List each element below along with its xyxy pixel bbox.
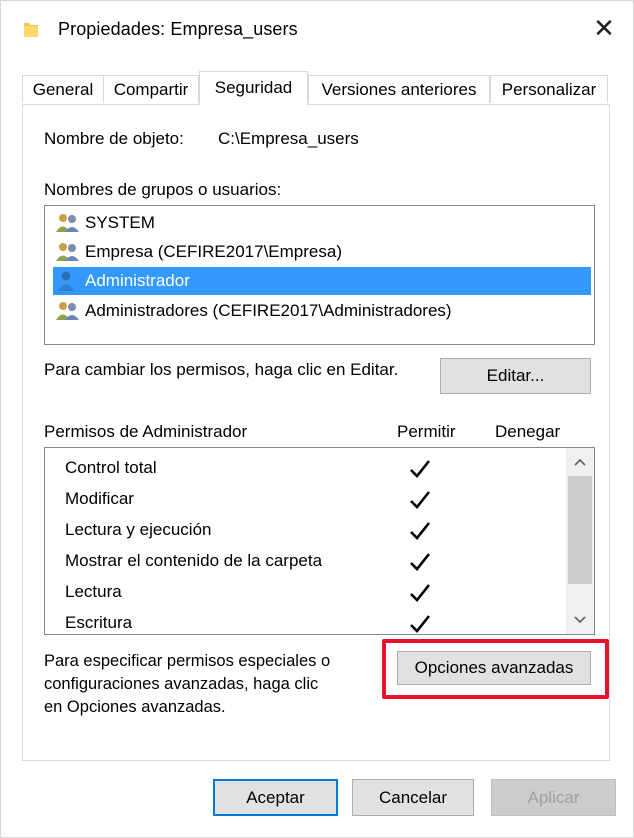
user-group-icon <box>55 242 81 262</box>
permission-name: Lectura <box>65 582 122 601</box>
apply-button[interactable]: Aplicar <box>491 779 616 816</box>
permission-row: Control total <box>45 454 565 485</box>
list-item[interactable]: SYSTEM <box>53 209 591 237</box>
checkmark-icon <box>407 456 433 482</box>
object-name-value: C:\Empresa_users <box>218 129 359 148</box>
tab-compartir[interactable]: Compartir <box>103 75 199 103</box>
permission-name: Modificar <box>65 489 134 508</box>
highlight-annotation <box>382 639 609 699</box>
groups-listbox[interactable]: SYSTEM Empresa (CEFIRE2017\Empresa) Admi… <box>44 205 595 345</box>
tab-strip: General Compartir Seguridad Versiones an… <box>22 71 612 105</box>
checkmark-icon <box>407 549 433 575</box>
checkmark-icon <box>407 580 433 606</box>
permission-row: Lectura y ejecución <box>45 516 565 547</box>
permission-row: Mostrar el contenido de la carpeta <box>45 547 565 578</box>
title-bar: Propiedades: Empresa_users ✕ <box>1 1 633 59</box>
permission-row: Lectura <box>45 578 565 609</box>
user-group-icon <box>55 301 81 321</box>
group-name: Administradores (CEFIRE2017\Administrado… <box>85 301 452 320</box>
permission-row: Modificar <box>45 485 565 516</box>
chevron-down-icon[interactable] <box>566 606 594 634</box>
list-item-selected[interactable]: Administrador <box>53 267 591 295</box>
chevron-up-icon[interactable] <box>566 448 594 476</box>
group-name: SYSTEM <box>85 213 155 232</box>
object-name-label: Nombre de objeto: <box>44 129 184 148</box>
tab-general[interactable]: General <box>22 75 104 103</box>
group-name: Empresa (CEFIRE2017\Empresa) <box>85 242 342 261</box>
tab-seguridad[interactable]: Seguridad <box>199 71 308 105</box>
edit-button[interactable]: Editar... <box>440 358 591 394</box>
checkmark-icon <box>407 518 433 544</box>
deny-column-header: Denegar <box>495 422 561 441</box>
groups-label: Nombres de grupos o usuarios: <box>44 180 282 199</box>
tab-versiones-anteriores[interactable]: Versiones anteriores <box>308 75 490 103</box>
advanced-text-line2: configuraciones avanzadas, haga clic <box>44 675 319 693</box>
list-item[interactable]: Empresa (CEFIRE2017\Empresa) <box>53 238 591 266</box>
permission-name: Control total <box>65 458 157 477</box>
scroll-thumb[interactable] <box>568 476 592 584</box>
user-icon <box>55 271 81 291</box>
list-item[interactable]: Administradores (CEFIRE2017\Administrado… <box>53 297 591 325</box>
permission-name: Mostrar el contenido de la carpeta <box>65 551 323 570</box>
user-group-icon <box>55 213 81 233</box>
permissions-list: Control total Modificar Lectura y ejecuc… <box>44 447 595 635</box>
checkmark-icon <box>407 487 433 513</box>
checkmark-icon <box>407 611 433 634</box>
allow-column-header: Permitir <box>397 422 456 441</box>
properties-dialog: Propiedades: Empresa_users ✕ General Com… <box>0 0 634 838</box>
tab-personalizar[interactable]: Personalizar <box>490 75 608 103</box>
close-icon: ✕ <box>593 13 615 43</box>
permission-name: Lectura y ejecución <box>65 520 212 539</box>
accept-button[interactable]: Aceptar <box>213 779 338 816</box>
close-button[interactable]: ✕ <box>589 13 619 43</box>
cancel-button[interactable]: Cancelar <box>352 779 474 816</box>
advanced-text-line1: Para especificar permisos especiales o <box>44 652 331 670</box>
window-title: Propiedades: Empresa_users <box>58 19 298 39</box>
permissions-scrollbar[interactable] <box>566 448 594 634</box>
change-permissions-text: Para cambiar los permisos, haga clic en … <box>44 360 399 379</box>
permission-row: Escritura <box>45 609 565 634</box>
advanced-text-line3: en Opciones avanzadas. <box>44 698 226 716</box>
permissions-label: Permisos de Administrador <box>44 422 248 441</box>
group-name: Administrador <box>85 271 190 290</box>
folder-icon <box>23 20 39 38</box>
permission-name: Escritura <box>65 613 133 632</box>
